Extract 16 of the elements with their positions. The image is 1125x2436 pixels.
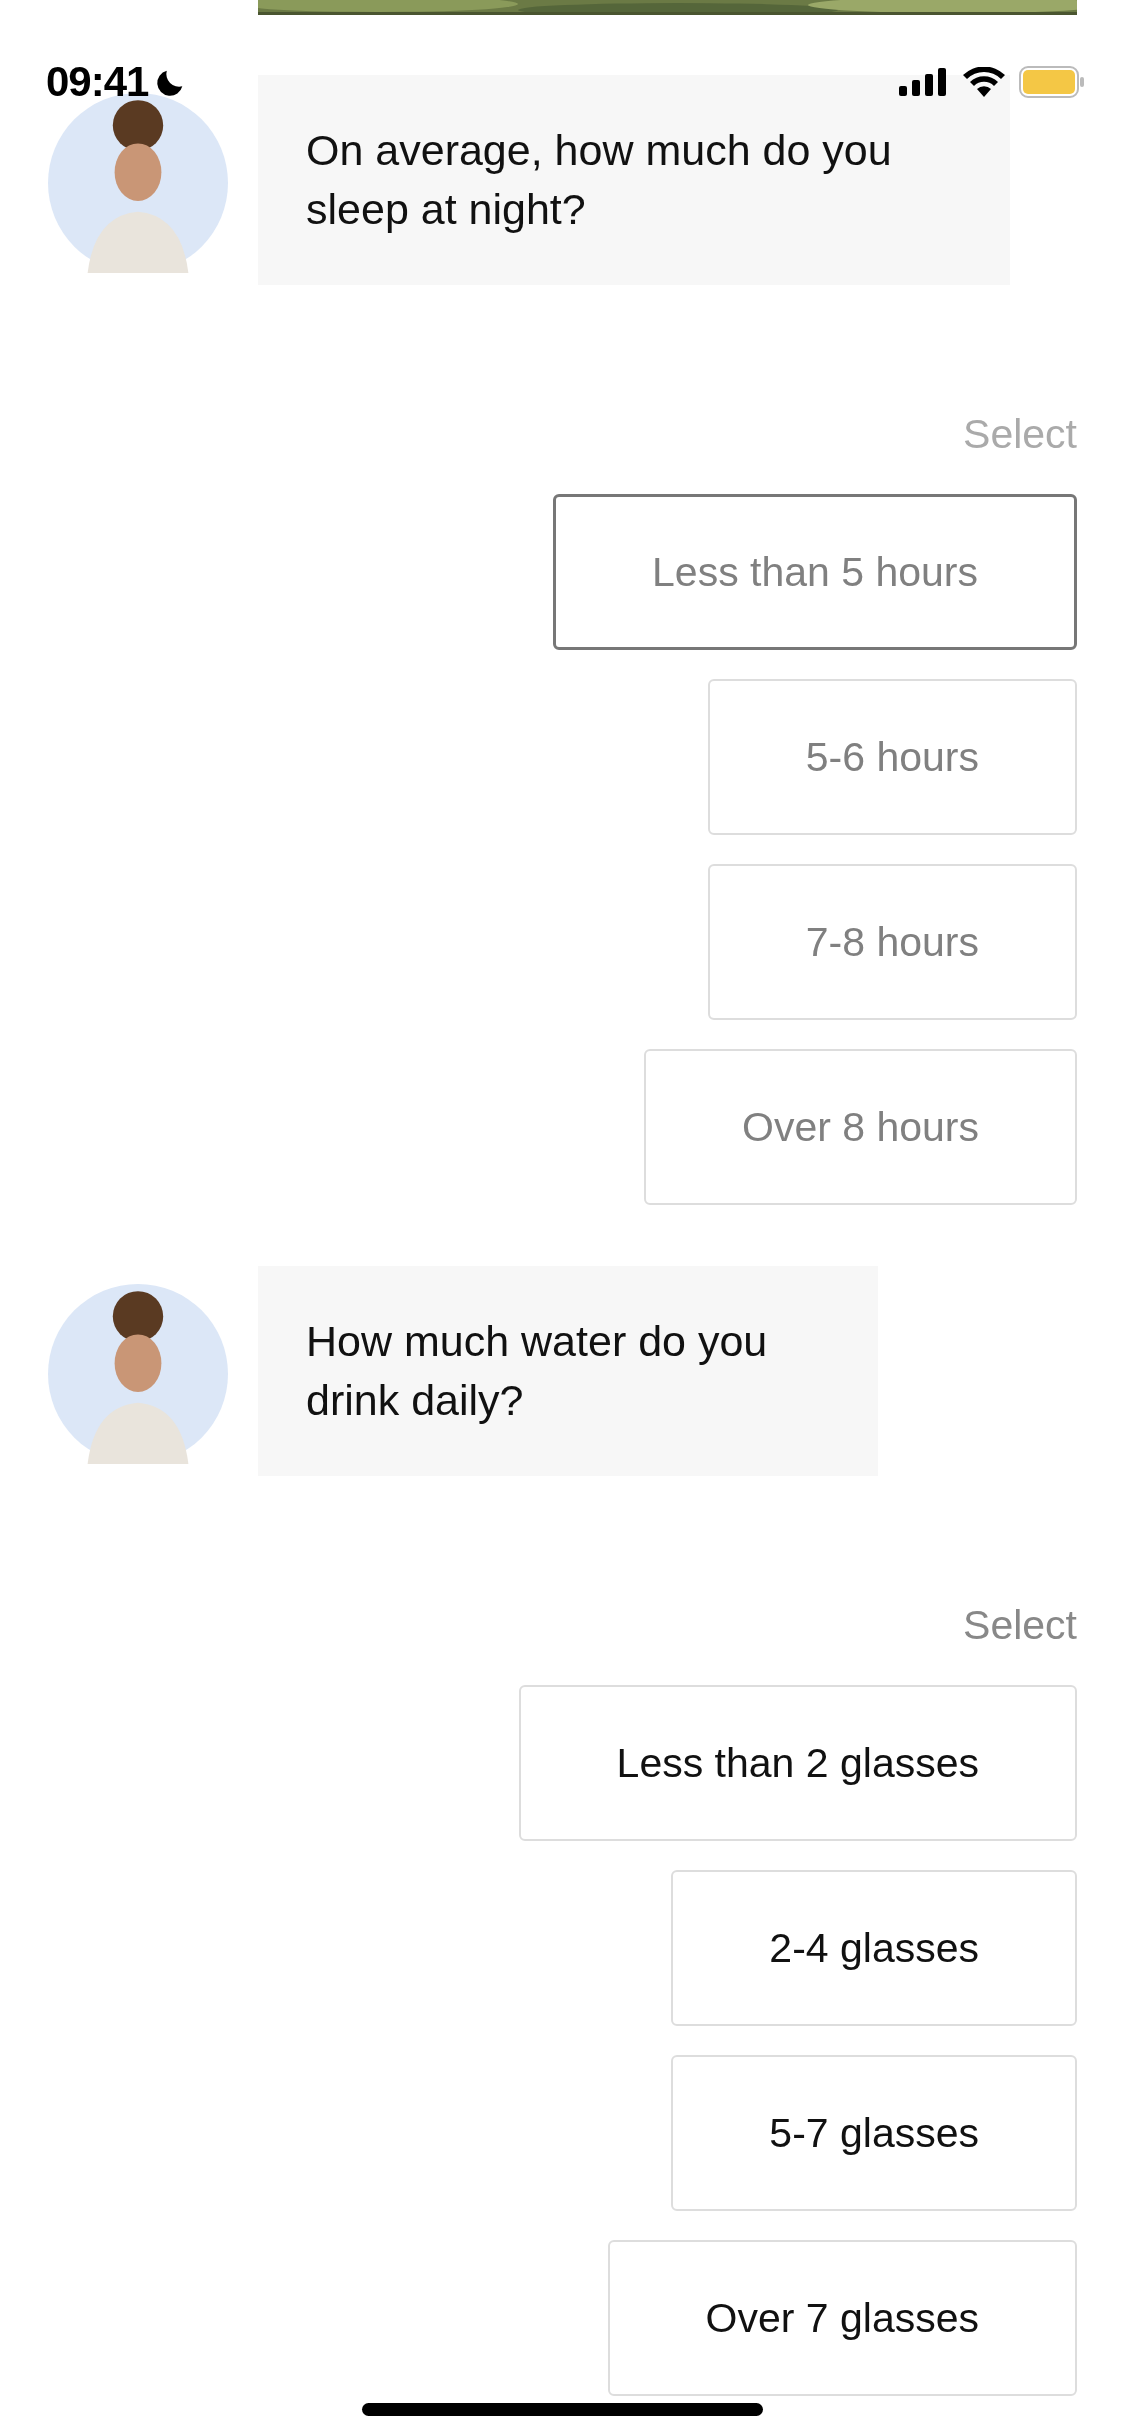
answer-option[interactable]: 2-4 glasses: [671, 1870, 1077, 2026]
question-bubble: How much water do you drink daily?: [258, 1266, 878, 1476]
answer-option[interactable]: 5-7 glasses: [671, 2055, 1077, 2211]
status-time: 09:41: [46, 58, 149, 106]
select-label: Select: [963, 411, 1077, 458]
answer-option[interactable]: Less than 2 glasses: [518, 1685, 1077, 1841]
answer-option[interactable]: 7-8 hours: [707, 864, 1077, 1020]
signal-icon: [899, 68, 949, 96]
question-bubble: On average, how much do you sleep at night?: [258, 75, 1010, 285]
wifi-icon: [963, 67, 1005, 97]
answer-option[interactable]: 5-6 hours: [707, 679, 1077, 835]
answer-option[interactable]: Less than 5 hours: [553, 494, 1077, 650]
battery-icon: [1019, 66, 1085, 98]
answer-option[interactable]: Over 7 glasses: [607, 2240, 1077, 2396]
answer-option[interactable]: Over 8 hours: [644, 1049, 1077, 1205]
select-label: Select: [963, 1602, 1077, 1649]
